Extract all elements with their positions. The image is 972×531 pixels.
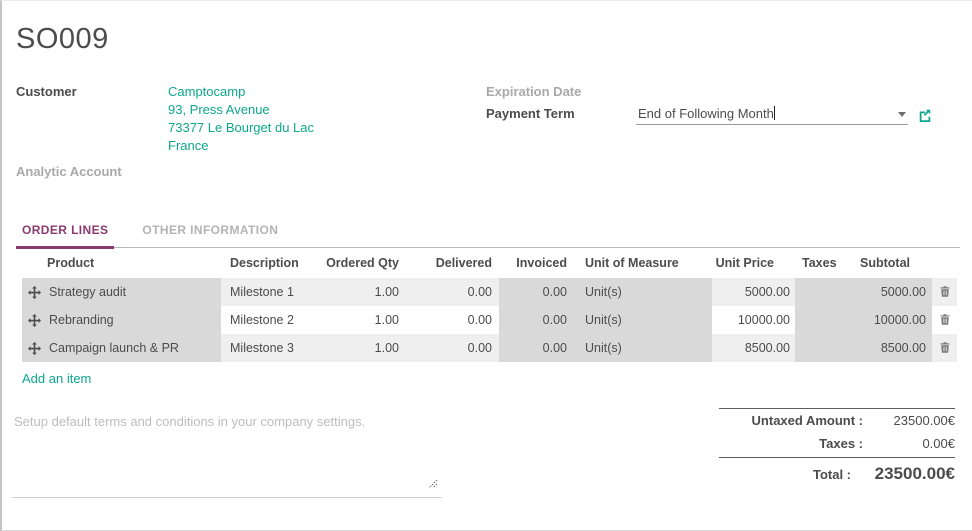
table-row: Campaign launch & PR Milestone 3 1.00 0.… <box>22 334 957 362</box>
cell-ordered-qty[interactable]: 1.00 <box>315 306 405 334</box>
product-name: Strategy audit <box>49 285 127 299</box>
col-header-taxes[interactable]: Taxes <box>795 248 847 278</box>
tab-other-information[interactable]: OTHER INFORMATION <box>136 223 284 247</box>
expiration-date-label: Expiration Date <box>486 84 582 99</box>
cell-description[interactable]: Milestone 1 <box>221 278 315 306</box>
cell-invoiced: 0.00 <box>499 278 574 306</box>
drag-handle-icon[interactable] <box>28 285 41 299</box>
tab-order-lines[interactable]: ORDER LINES <box>16 223 115 249</box>
table-row: Strategy audit Milestone 1 1.00 0.00 0.0… <box>22 278 957 306</box>
drag-handle-icon[interactable] <box>28 341 41 355</box>
resize-handle-icon[interactable] <box>428 476 438 494</box>
total-label: Total : <box>812 467 851 482</box>
customer-country[interactable]: France <box>168 137 314 155</box>
bottom-section: Setup default terms and conditions in yo… <box>2 406 972 498</box>
cell-delivered[interactable]: 0.00 <box>405 306 499 334</box>
drag-handle-icon[interactable] <box>28 313 41 327</box>
header-fields: Customer Camptocamp 93, Press Avenue 733… <box>16 83 972 185</box>
total-value: 23500.00€ <box>874 464 955 483</box>
chevron-down-icon[interactable] <box>898 112 906 117</box>
payment-term-field: Payment Term End of Following Month <box>486 105 938 125</box>
customer-value-link[interactable]: Camptocamp 93, Press Avenue 73377 Le Bou… <box>168 83 314 155</box>
cell-description[interactable]: Milestone 2 <box>221 306 315 334</box>
cell-delivered[interactable]: 0.00 <box>405 278 499 306</box>
taxes-row: Taxes : 0.00€ <box>719 432 955 455</box>
sale-order-form: SO009 Customer Camptocamp 93, Press Aven… <box>2 23 972 531</box>
col-header-ordered-qty[interactable]: Ordered Qty <box>315 248 405 278</box>
untaxed-amount-value: 23500.00€ <box>893 413 955 428</box>
cell-unit-price[interactable]: 8500.00 <box>712 334 795 362</box>
product-name: Campaign launch & PR <box>49 341 179 355</box>
terms-placeholder: Setup default terms and conditions in yo… <box>14 414 366 429</box>
payment-term-value: End of Following Month <box>638 106 774 121</box>
analytic-account-field: Analytic Account <box>16 163 486 179</box>
table-row: Rebranding Milestone 2 1.00 0.00 0.00 Un… <box>22 306 957 334</box>
payment-term-input[interactable]: End of Following Month <box>636 105 908 125</box>
col-header-uom[interactable]: Unit of Measure <box>574 248 712 278</box>
expiration-date-field: Expiration Date <box>486 83 938 99</box>
col-header-invoiced[interactable]: Invoiced <box>499 248 574 278</box>
cell-uom: Unit(s) <box>574 306 712 334</box>
col-header-product[interactable]: Product <box>22 248 221 278</box>
col-header-unit-price[interactable]: Unit Price <box>712 248 795 278</box>
terms-textarea[interactable]: Setup default terms and conditions in yo… <box>12 406 442 498</box>
cell-delivered[interactable]: 0.00 <box>405 334 499 362</box>
cell-uom: Unit(s) <box>574 334 712 362</box>
delete-row-icon[interactable] <box>937 283 953 300</box>
cell-taxes <box>795 306 847 334</box>
cell-description[interactable]: Milestone 3 <box>221 334 315 362</box>
cell-unit-price[interactable]: 10000.00 <box>712 306 795 334</box>
customer-street[interactable]: 93, Press Avenue <box>168 101 314 119</box>
total-row: Total : 23500.00€ <box>719 457 955 488</box>
customer-city[interactable]: 73377 Le Bourget du Lac <box>168 119 314 137</box>
cell-uom: Unit(s) <box>574 278 712 306</box>
taxes-label: Taxes : <box>819 436 863 451</box>
fields-left-column: Customer Camptocamp 93, Press Avenue 733… <box>16 83 486 185</box>
cell-ordered-qty[interactable]: 1.00 <box>315 334 405 362</box>
cell-invoiced: 0.00 <box>499 306 574 334</box>
notebook-tabs: ORDER LINES OTHER INFORMATION <box>16 223 960 249</box>
taxes-value: 0.00€ <box>922 436 955 451</box>
table-header-row: Product Description Ordered Qty Delivere… <box>22 248 957 278</box>
delete-row-icon[interactable] <box>937 339 953 356</box>
cell-taxes <box>795 334 847 362</box>
untaxed-amount-label: Untaxed Amount : <box>751 413 863 428</box>
customer-name[interactable]: Camptocamp <box>168 83 314 101</box>
cell-invoiced: 0.00 <box>499 334 574 362</box>
cell-ordered-qty[interactable]: 1.00 <box>315 278 405 306</box>
cell-unit-price[interactable]: 5000.00 <box>712 278 795 306</box>
customer-label: Customer <box>16 84 77 99</box>
order-lines-table: Product Description Ordered Qty Delivere… <box>22 248 957 362</box>
totals-panel: Untaxed Amount : 23500.00€ Taxes : 0.00€… <box>719 406 955 498</box>
cell-taxes <box>795 278 847 306</box>
cell-subtotal: 5000.00 <box>847 278 932 306</box>
payment-term-label: Payment Term <box>486 106 575 121</box>
fields-right-column: Expiration Date Payment Term End of Foll… <box>486 83 972 185</box>
external-link-icon[interactable] <box>918 108 932 122</box>
page-title: SO009 <box>16 23 109 55</box>
cell-subtotal: 10000.00 <box>847 306 932 334</box>
col-header-subtotal[interactable]: Subtotal <box>847 248 932 278</box>
text-cursor <box>773 106 775 120</box>
cell-subtotal: 8500.00 <box>847 334 932 362</box>
col-header-description[interactable]: Description <box>221 248 315 278</box>
customer-field: Customer Camptocamp 93, Press Avenue 733… <box>16 83 486 155</box>
delete-row-icon[interactable] <box>937 311 953 328</box>
add-an-item-link[interactable]: Add an item <box>22 371 91 386</box>
col-header-actions <box>932 248 957 278</box>
analytic-account-label: Analytic Account <box>16 164 122 179</box>
untaxed-amount-row: Untaxed Amount : 23500.00€ <box>719 408 955 432</box>
product-name: Rebranding <box>49 313 114 327</box>
col-header-delivered[interactable]: Delivered <box>405 248 499 278</box>
